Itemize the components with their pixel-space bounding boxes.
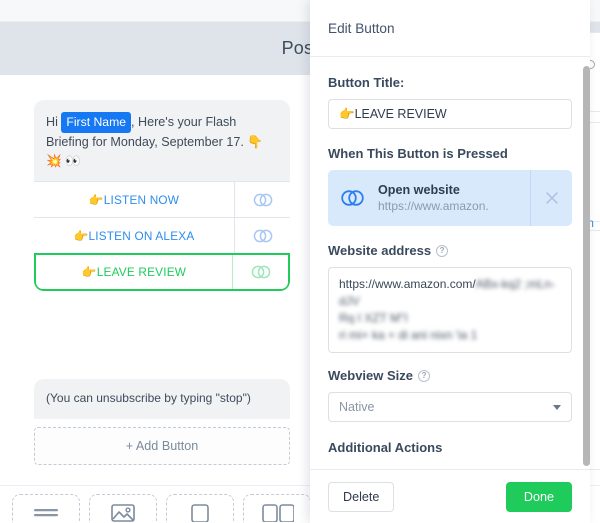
button-title-label-text: Button Title: xyxy=(328,75,405,90)
webview-size-label-text: Webview Size xyxy=(328,368,414,383)
card-block-tool[interactable] xyxy=(166,494,234,523)
additional-actions-heading: Additional Actions xyxy=(328,440,443,455)
card-block-icon xyxy=(187,502,213,523)
help-icon[interactable]: ? xyxy=(418,369,431,382)
delete-button-label: Delete xyxy=(343,489,380,504)
button-title-value: 👉LEAVE REVIEW xyxy=(339,106,447,121)
panel-scrollbar[interactable] xyxy=(583,66,590,466)
done-button[interactable]: Done xyxy=(505,481,572,512)
screen-root: Post Hi First Name, Here's your Flash Br… xyxy=(0,0,600,523)
website-address-label: Website address ? xyxy=(328,243,572,258)
button-title-input[interactable]: 👉LEAVE REVIEW xyxy=(328,99,572,129)
link-icon xyxy=(328,170,378,226)
panel-header: Edit Button xyxy=(310,0,590,57)
text-block-icon xyxy=(30,504,62,523)
action-card-subtitle: https://www.amazon. xyxy=(378,199,489,213)
close-icon[interactable] xyxy=(530,170,572,226)
done-button-label: Done xyxy=(523,489,554,504)
website-address-label-text: Website address xyxy=(328,243,432,258)
gallery-block-tool[interactable] xyxy=(243,494,311,523)
webview-size-select[interactable]: Native xyxy=(328,392,572,422)
webview-size-label: Webview Size ? xyxy=(328,368,572,383)
action-card-open-website[interactable]: Open website https://www.amazon. xyxy=(328,170,572,226)
action-card-text: Open website https://www.amazon. xyxy=(378,170,530,226)
when-pressed-heading: When This Button is Pressed xyxy=(328,146,508,161)
panel-footer: Delete Done xyxy=(310,469,590,523)
image-block-tool[interactable] xyxy=(89,494,157,523)
edit-button-panel: Edit Button Button Title: 👉LEAVE REVIEW … xyxy=(310,0,590,523)
image-block-icon xyxy=(110,502,136,523)
gallery-block-icon xyxy=(260,502,295,523)
website-address-redacted-2: Rq I XZT M"I xyxy=(339,311,408,325)
website-address-visible: https://www.amazon.com/ xyxy=(339,277,476,291)
chevron-down-icon xyxy=(553,404,561,410)
delete-button[interactable]: Delete xyxy=(328,481,395,512)
website-address-input[interactable]: https://www.amazon.com/ABx-kq2 ;mLn-dJV … xyxy=(328,267,572,353)
text-block-tool[interactable] xyxy=(12,494,80,523)
panel-title: Edit Button xyxy=(328,20,395,36)
panel-body: Button Title: 👉LEAVE REVIEW When This Bu… xyxy=(310,57,590,469)
webview-size-value: Native xyxy=(339,400,375,414)
action-card-title: Open website xyxy=(378,183,460,197)
button-title-label: Button Title: xyxy=(328,75,572,90)
website-address-redacted-3: ri mi+ ka + di ani nixn 'ia 1 xyxy=(339,328,478,342)
help-icon[interactable]: ? xyxy=(436,244,449,257)
